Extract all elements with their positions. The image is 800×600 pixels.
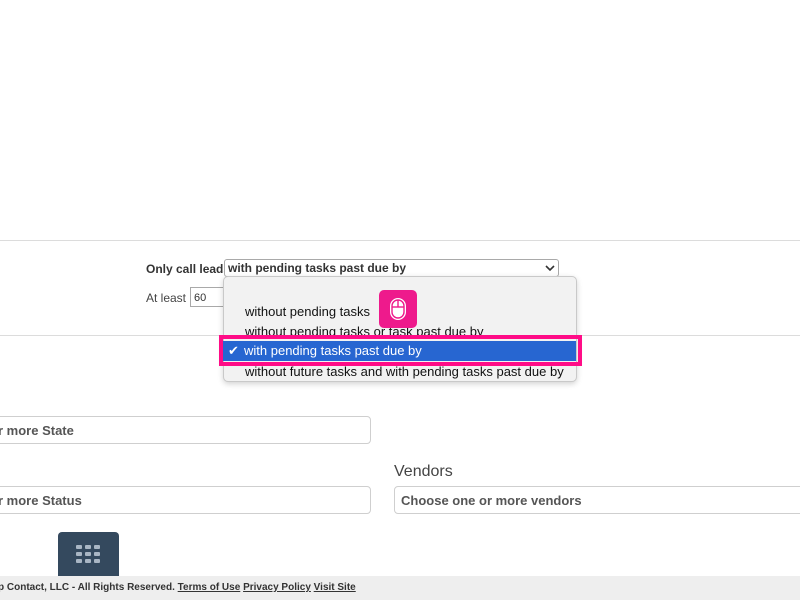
- state-field[interactable]: r more State: [0, 416, 371, 444]
- grid-menu-button[interactable]: [58, 532, 119, 578]
- dropdown-option-without-pending-or-past-due[interactable]: without pending tasks or task past due b…: [245, 324, 483, 339]
- at-least-input[interactable]: 60: [190, 287, 224, 307]
- dropdown-option-without-pending[interactable]: without pending tasks: [245, 304, 370, 319]
- status-placeholder: r more Status: [0, 493, 82, 508]
- checkmark-icon: ✔: [228, 343, 239, 358]
- footer-text: p Contact, LLC - All Rights Reserved. Te…: [0, 576, 356, 600]
- at-least-label: At least: [146, 291, 187, 305]
- page: Only call leads with pending tasks past …: [0, 0, 800, 600]
- footer: p Contact, LLC - All Rights Reserved. Te…: [0, 576, 800, 600]
- mouse-icon: [379, 290, 417, 328]
- grid-icon: [76, 545, 100, 563]
- state-placeholder: r more State: [0, 423, 74, 438]
- status-field[interactable]: r more Status: [0, 486, 371, 514]
- vendors-label: Vendors: [394, 463, 453, 480]
- only-call-leads-label: Only call leads: [146, 262, 231, 276]
- dropdown-option-without-future[interactable]: without future tasks and with pending ta…: [245, 364, 564, 379]
- lead-filter-select[interactable]: with pending tasks past due by: [224, 259, 559, 277]
- vendors-placeholder: Choose one or more vendors: [401, 493, 582, 508]
- privacy-policy-link[interactable]: Privacy Policy: [243, 582, 311, 593]
- lead-filter-selected-value: with pending tasks past due by: [228, 261, 407, 275]
- top-panel: [0, 0, 800, 241]
- terms-of-use-link[interactable]: Terms of Use: [178, 582, 241, 593]
- vendors-field[interactable]: Choose one or more vendors: [394, 486, 800, 514]
- dropdown-option-with-pending-past-due[interactable]: ✔ with pending tasks past due by: [223, 341, 576, 361]
- dropdown-option-label: with pending tasks past due by: [244, 343, 422, 358]
- visit-site-link[interactable]: Visit Site: [314, 582, 356, 593]
- footer-copyright: p Contact, LLC - All Rights Reserved.: [0, 582, 175, 593]
